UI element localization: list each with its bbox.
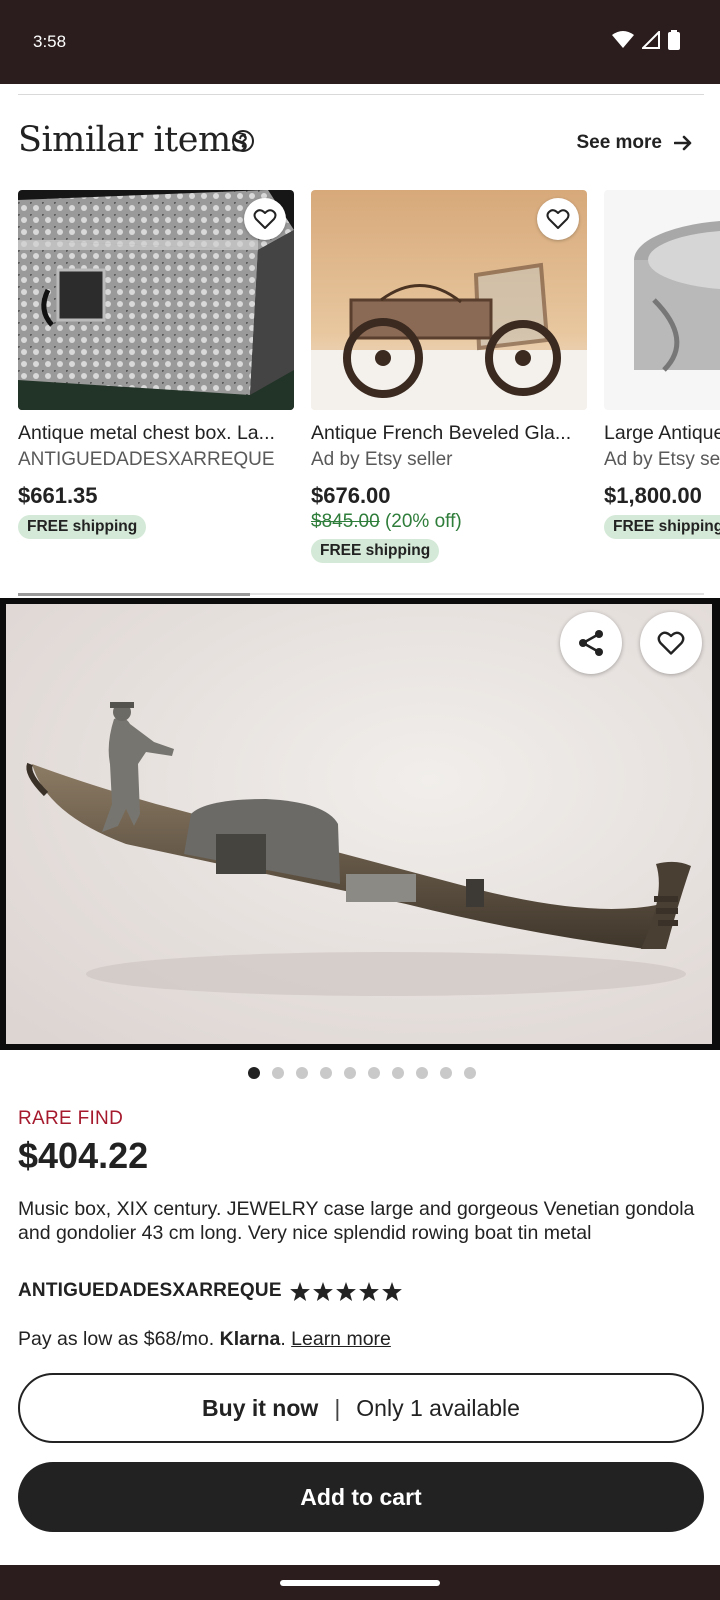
pagination-dot[interactable] xyxy=(296,1067,308,1079)
star-icon xyxy=(312,1281,333,1301)
star-icon xyxy=(381,1281,402,1301)
wifi-icon xyxy=(612,31,634,48)
item-price: $1,800.00 xyxy=(604,483,702,508)
klarna-text: Pay as low as $68/mo. xyxy=(18,1328,215,1350)
favorite-button[interactable] xyxy=(537,198,579,240)
item-price: $676.00 xyxy=(311,483,391,508)
status-time: 3:58 xyxy=(33,32,67,51)
learn-more-link[interactable]: Learn more xyxy=(291,1328,391,1350)
availability-text: Only 1 available xyxy=(356,1394,520,1421)
shop-rating-stars xyxy=(289,1281,402,1301)
signal-icon xyxy=(642,31,660,49)
heart-icon xyxy=(657,631,685,655)
add-to-cart-button[interactable]: Add to cart xyxy=(18,1462,704,1532)
share-icon xyxy=(579,630,603,656)
item-image-metal-chest[interactable] xyxy=(18,190,294,410)
similar-item-card[interactable]: Antique French Beveled Gla... Ad by Etsy… xyxy=(311,190,587,563)
pagination-dot[interactable] xyxy=(440,1067,452,1079)
see-more-label: See more xyxy=(576,132,662,153)
home-gesture-handle[interactable] xyxy=(280,1580,440,1586)
item-original-price: $845.00 xyxy=(311,511,380,532)
pagination-dot[interactable] xyxy=(320,1067,332,1079)
heart-icon xyxy=(546,209,570,229)
pagination-dot[interactable] xyxy=(416,1067,428,1079)
arrow-right-icon xyxy=(674,135,692,151)
carousel-scroll-thumb xyxy=(18,593,250,596)
top-divider xyxy=(18,94,704,95)
similar-item-card[interactable]: Large Antique Ad by Etsy seller $1,800.0… xyxy=(604,190,720,539)
image-pagination-dots[interactable] xyxy=(248,1067,476,1079)
similar-items-title: Similar items xyxy=(18,120,249,160)
pagination-dot-active[interactable] xyxy=(248,1067,260,1079)
listing-price: $404.22 xyxy=(18,1135,149,1176)
pagination-dot[interactable] xyxy=(464,1067,476,1079)
star-icon xyxy=(335,1281,356,1301)
item-original-price-row: $845.00 (20% off) xyxy=(311,511,587,533)
item-title[interactable]: Antique metal chest box. La... xyxy=(18,422,294,445)
help-icon[interactable] xyxy=(231,129,255,153)
free-shipping-badge: FREE shipping xyxy=(18,515,147,539)
star-icon xyxy=(289,1281,310,1301)
buy-it-now-separator: | xyxy=(334,1394,341,1421)
star-icon xyxy=(358,1281,379,1301)
shop-name-link[interactable]: ANTIGUEDADESXARREQUE xyxy=(18,1280,282,1302)
item-shop: Ad by Etsy seller xyxy=(604,449,720,470)
similar-item-card[interactable]: Antique metal chest box. La... ANTIGUEDA… xyxy=(18,190,294,539)
status-icons xyxy=(612,30,680,50)
rare-find-badge: RARE FIND xyxy=(18,1108,124,1129)
favorite-button[interactable] xyxy=(244,198,286,240)
free-shipping-badge: FREE shipping xyxy=(604,515,720,539)
item-title[interactable]: Antique French Beveled Gla... xyxy=(311,422,587,445)
item-discount: (20% off) xyxy=(384,511,462,532)
listing-image-gallery[interactable] xyxy=(0,598,720,1050)
pagination-dot[interactable] xyxy=(272,1067,284,1079)
pagination-dot[interactable] xyxy=(368,1067,380,1079)
item-price: $661.35 xyxy=(18,483,98,508)
similar-items-carousel[interactable]: Antique metal chest box. La... ANTIGUEDA… xyxy=(0,190,720,570)
listing-title: Music box, XIX century. JEWELRY case lar… xyxy=(18,1198,695,1244)
heart-icon xyxy=(253,209,277,229)
free-shipping-badge: FREE shipping xyxy=(311,539,440,563)
item-image-beveled-glass-car[interactable] xyxy=(311,190,587,410)
pagination-dot[interactable] xyxy=(344,1067,356,1079)
item-image-large-antique[interactable] xyxy=(604,190,720,410)
share-button[interactable] xyxy=(560,612,622,674)
item-shop: ANTIGUEDADESXARREQUE xyxy=(18,449,275,470)
see-more-link[interactable]: See more xyxy=(576,132,692,154)
shop-row[interactable]: ANTIGUEDADESXARREQUE xyxy=(18,1280,402,1302)
klarna-brand: Klarna xyxy=(219,1328,281,1350)
favorite-listing-button[interactable] xyxy=(640,612,702,674)
pagination-dot[interactable] xyxy=(392,1067,404,1079)
buy-it-now-button[interactable]: Buy it now | Only 1 available xyxy=(18,1373,704,1443)
item-shop: Ad by Etsy seller xyxy=(311,449,453,470)
status-bar: 3:58 xyxy=(0,0,720,84)
klarna-row: Pay as low as $68/mo. Klarna. Learn more xyxy=(18,1328,391,1350)
item-title[interactable]: Large Antique xyxy=(604,422,720,445)
buy-it-now-label: Buy it now xyxy=(202,1394,319,1421)
battery-icon xyxy=(668,30,680,50)
